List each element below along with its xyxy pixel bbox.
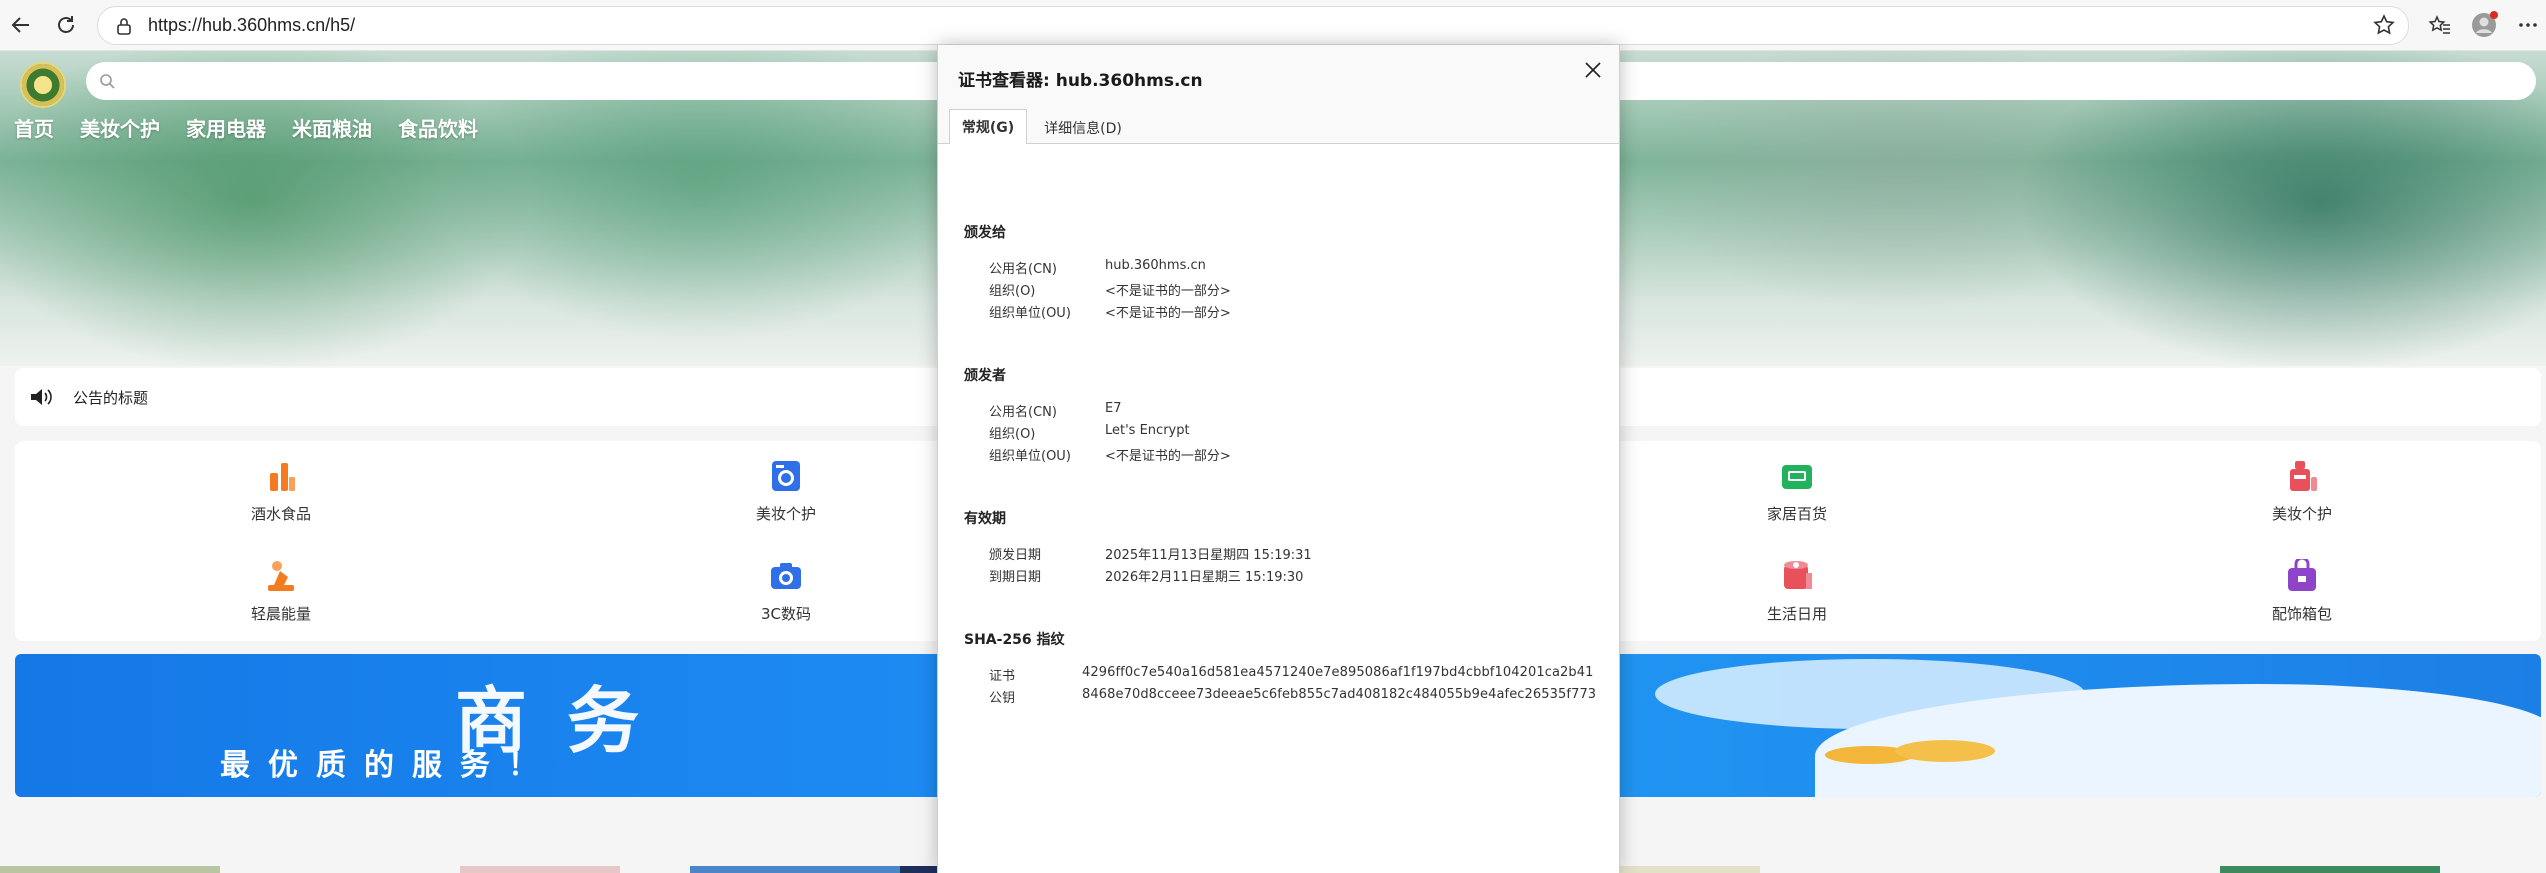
category-label: 家居百货: [1766, 505, 1827, 523]
category-label: 生活日用: [1766, 605, 1827, 623]
tissue-roll-icon: [1780, 559, 1814, 593]
favorites-button[interactable]: [2425, 10, 2455, 40]
category-item[interactable]: 配饰箱包: [2242, 556, 2362, 624]
more-menu-button[interactable]: [2513, 10, 2543, 40]
favorite-star-icon[interactable]: [2372, 13, 2396, 37]
category-label: 美妆个护: [755, 505, 816, 523]
field-value: 8468e70d8cceee73deeae5c6feb855c7ad408182…: [1082, 687, 1597, 702]
section-issued-by-heading: 颁发者: [964, 368, 1006, 384]
speaker-icon: [29, 384, 55, 410]
wine-bottle-icon: [264, 459, 298, 493]
category-label: 3C数码: [760, 605, 812, 623]
nav-item-grains[interactable]: 米面粮油: [292, 113, 372, 142]
washing-machine-icon: [769, 459, 803, 493]
browser-toolbar: https://hub.360hms.cn/h5/: [0, 0, 2546, 51]
url-text: https://hub.360hms.cn/h5/: [148, 15, 356, 35]
field-value: 4296ff0c7e540a16d581ea4571240e7e895086af…: [1082, 665, 1594, 680]
dialog-tabs: 常规(G) 详细信息(D): [938, 104, 1619, 145]
category-item[interactable]: 美妆个护: [2242, 459, 2362, 524]
category-label: 美妆个护: [2271, 505, 2332, 523]
category-label: 酒水食品: [250, 505, 311, 523]
field-value: E7: [1105, 401, 1122, 416]
tab-details[interactable]: 详细信息(D): [1038, 112, 1128, 143]
close-button[interactable]: [1575, 52, 1611, 88]
site-logo[interactable]: [20, 62, 66, 108]
refresh-icon: [58, 16, 74, 33]
field-label: 组织(O): [989, 427, 1036, 442]
field-label: 到期日期: [989, 570, 1042, 585]
field-value: hub.360hms.cn: [1105, 258, 1206, 273]
cosmetics-icon: [2285, 459, 2319, 493]
field-label: 公用名(CN): [989, 405, 1057, 420]
bag-icon: [2285, 556, 2319, 593]
category-item[interactable]: 美妆个护: [726, 459, 846, 524]
site-info-lock-icon[interactable]: [112, 14, 136, 38]
field-label: 证书: [989, 669, 1016, 684]
category-item[interactable]: 酒水食品: [221, 459, 341, 524]
category-label: 轻晨能量: [250, 605, 311, 623]
nav-item-beauty[interactable]: 美妆个护: [80, 113, 160, 142]
field-label: 公用名(CN): [989, 262, 1057, 277]
dialog-body: 颁发给 公用名(CN) hub.360hms.cn 组织(O) <不是证书的一部分>…: [938, 144, 1619, 873]
field-label: 组织(O): [989, 284, 1036, 299]
sofa-icon: [1780, 459, 1814, 493]
field-value: <不是证书的一部分>: [1105, 306, 1231, 321]
nav-item-home[interactable]: 首页: [14, 113, 54, 142]
back-arrow-icon: [11, 17, 29, 33]
field-label: 公钥: [989, 691, 1016, 706]
field-label: 组织单位(OU): [989, 449, 1071, 464]
coin-decoration: [1895, 740, 1995, 762]
category-nav: 首页 美妆个护 家用电器 米面粮油 食品饮料: [14, 113, 504, 142]
avatar-icon: [2472, 11, 2498, 37]
field-value: <不是证书的一部分>: [1105, 284, 1231, 299]
field-value: 2026年2月11日星期三 15:19:30: [1105, 570, 1304, 585]
category-item[interactable]: 轻晨能量: [221, 559, 341, 624]
section-fingerprint-heading: SHA-256 指纹: [964, 632, 1065, 648]
close-icon: [1585, 62, 1601, 78]
address-bar[interactable]: https://hub.360hms.cn/h5/: [97, 6, 2409, 45]
category-item[interactable]: 3C数码: [726, 559, 846, 624]
category-item[interactable]: 家居百货: [1737, 459, 1857, 524]
ellipsis-icon: [2519, 23, 2537, 27]
field-label: 颁发日期: [989, 548, 1042, 563]
favorites-list-icon: [2428, 15, 2450, 34]
search-icon: [96, 70, 118, 92]
banner-slogan: 最优质的服务！: [220, 748, 556, 783]
field-value: 2025年11月13日星期四 15:19:31: [1105, 548, 1312, 563]
category-label: 配饰箱包: [2271, 605, 2332, 623]
field-value: Let's Encrypt: [1105, 423, 1190, 438]
nav-item-appliances[interactable]: 家用电器: [186, 113, 266, 142]
field-value: <不是证书的一部分>: [1105, 449, 1231, 464]
certificate-viewer-dialog: 证书查看器: hub.360hms.cn 常规(G) 详细信息(D) 颁发给 公…: [937, 45, 1620, 873]
back-button[interactable]: [6, 10, 36, 40]
fitness-icon: [264, 559, 298, 593]
tab-general[interactable]: 常规(G): [949, 109, 1027, 145]
section-issued-to-heading: 颁发给: [964, 225, 1006, 241]
nav-item-food-drinks[interactable]: 食品饮料: [398, 113, 478, 142]
section-validity-heading: 有效期: [964, 511, 1006, 527]
refresh-button[interactable]: [51, 10, 81, 40]
profile-button[interactable]: [2470, 10, 2500, 40]
announcement-title: 公告的标题: [73, 388, 149, 407]
dialog-title: 证书查看器: hub.360hms.cn: [958, 71, 1203, 91]
category-item[interactable]: 生活日用: [1737, 559, 1857, 624]
camera-icon: [769, 559, 803, 593]
field-label: 组织单位(OU): [989, 306, 1071, 321]
